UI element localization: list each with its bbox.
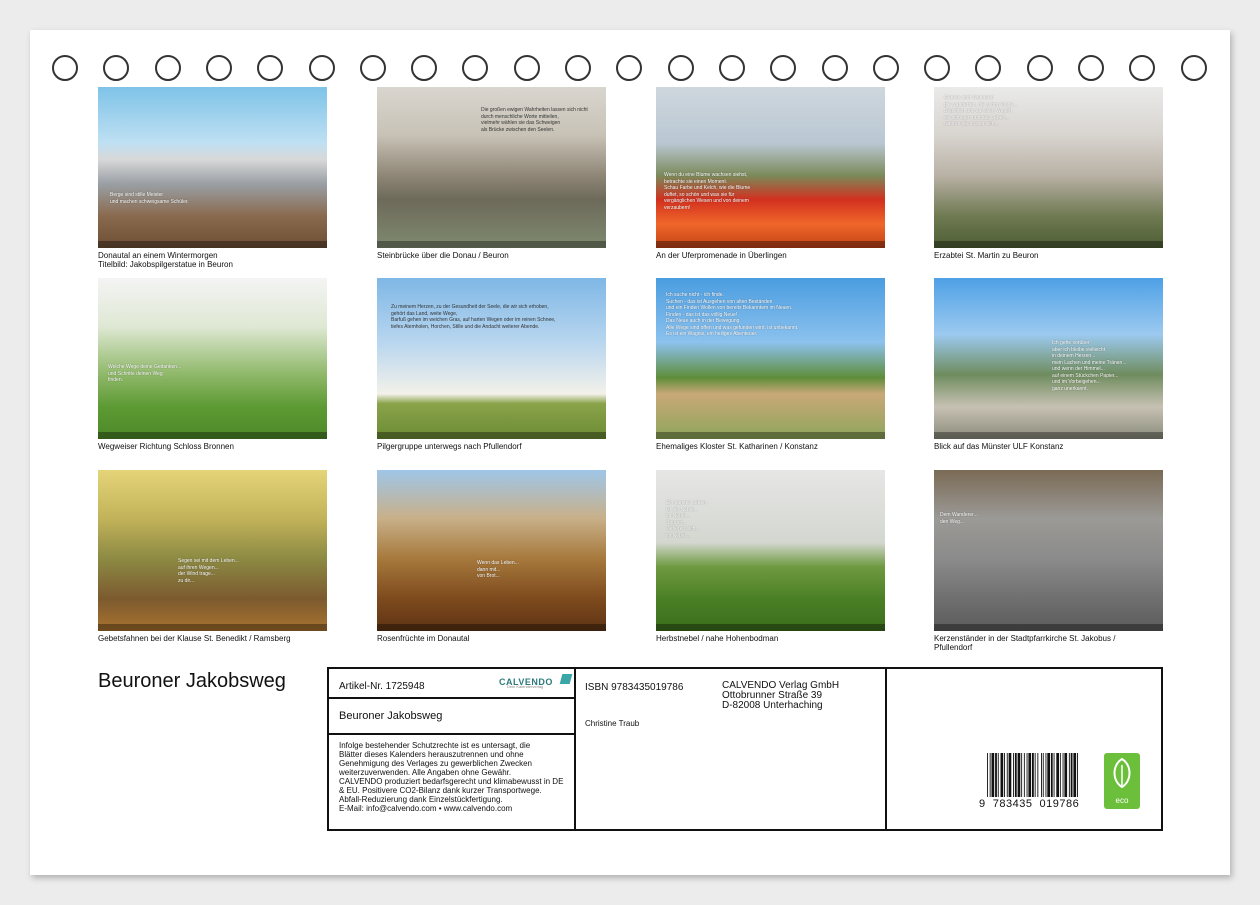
date-strip <box>934 432 1163 439</box>
photo-quote: Die großen ewigen Wahrheiten lassen sich… <box>481 107 588 133</box>
photo-caption: Rosenfrüchte im Donautal <box>377 634 470 643</box>
photo-caption: Donautal an einem Wintermorgen Titelbild… <box>98 251 233 269</box>
logo-mark-icon <box>559 674 573 684</box>
date-strip <box>377 432 606 439</box>
date-strip <box>98 432 327 439</box>
binding-ring <box>565 55 591 81</box>
photo-quote: Welche Wege deine Gedanken... und Schrit… <box>108 364 182 383</box>
binding-ring <box>154 55 181 81</box>
photo-quote: Ich suche nicht - ich finde. Suchen - da… <box>666 292 799 337</box>
photo-quote: Wenn das Leben... dann mit... von Brot..… <box>477 560 519 579</box>
date-strip <box>377 624 606 631</box>
month-photo: Ich gehe vorüber aber ich bleibe viellei… <box>934 278 1163 439</box>
photo-quote: Ein ganzes Leben ist ein Nebel... im Neb… <box>666 500 707 539</box>
month-photo: Wenn du eine Blume wachsen siehst, betra… <box>656 87 885 248</box>
month-photo: Welche Wege deine Gedanken... und Schrit… <box>98 278 327 439</box>
date-strip <box>656 432 885 439</box>
binding-ring <box>103 55 130 81</box>
binding-rings <box>52 55 1212 81</box>
month-photo: Gebete sind Wanderer die wanderten, die … <box>934 87 1163 248</box>
photo-caption: An der Uferpromenade in Überlingen <box>656 251 787 260</box>
photo-caption: Pilgergruppe unterwegs nach Pfullendorf <box>377 442 522 451</box>
eco-label: eco <box>1115 796 1129 805</box>
binding-ring <box>205 55 232 81</box>
photo-caption: Kerzenständer in der Stadtpfarrkirche St… <box>934 634 1116 652</box>
leaf-icon <box>1113 757 1131 789</box>
publisher-address: CALVENDO Verlag GmbH Ottobrunner Straße … <box>722 680 840 711</box>
photo-tile: Ich suche nicht - ich finde. Suchen - da… <box>656 278 885 451</box>
date-strip <box>98 241 327 248</box>
photo-quote: Ich gehe vorüber aber ich bleibe viellei… <box>1052 340 1127 392</box>
binding-ring <box>513 55 540 81</box>
binding-ring <box>667 55 694 81</box>
binding-ring <box>1078 55 1104 81</box>
photo-caption: Erzabtei St. Martin zu Beuron <box>934 251 1039 260</box>
eco-badge: eco <box>1104 753 1140 809</box>
legal-notice: Infolge bestehender Schutzrechte ist es … <box>339 741 564 813</box>
photo-caption: Wegweiser Richtung Schloss Bronnen <box>98 442 234 451</box>
photo-caption: Gebetsfahnen bei der Klause St. Benedikt… <box>98 634 291 643</box>
binding-ring <box>616 55 643 81</box>
logo-subtitle: Dein Kalenderverlag <box>507 684 544 689</box>
month-photo: Segen sei mit dem Leben... auf ihren Weg… <box>98 470 327 631</box>
date-strip <box>98 624 327 631</box>
binding-ring <box>770 55 797 81</box>
photo-tile: Segen sei mit dem Leben... auf ihren Weg… <box>98 470 327 643</box>
article-number: Artikel-Nr. 1725948 <box>339 681 425 692</box>
product-title: Beuroner Jakobsweg <box>339 710 443 722</box>
calendar-title: Beuroner Jakobsweg <box>98 670 286 692</box>
binding-ring <box>975 55 1002 81</box>
month-photo: Ein ganzes Leben ist ein Nebel... im Neb… <box>656 470 885 631</box>
photo-caption: Ehemaliges Kloster St. Katharinen / Kons… <box>656 442 818 451</box>
photo-tile: Ein ganzes Leben ist ein Nebel... im Neb… <box>656 470 885 643</box>
binding-ring <box>1129 55 1156 81</box>
photo-tile: Wenn du eine Blume wachsen siehst, betra… <box>656 87 885 260</box>
photo-tile: Welche Wege deine Gedanken... und Schrit… <box>98 278 327 451</box>
photo-quote: Zu meinem Herzen, zu der Gesundheit der … <box>391 304 556 330</box>
binding-ring <box>308 55 335 81</box>
date-strip <box>656 624 885 631</box>
photo-tile: Ich gehe vorüber aber ich bleibe viellei… <box>934 278 1163 451</box>
photo-quote: Berge sind stille Meister und machen sch… <box>110 192 189 205</box>
photo-tile: Dem Wanderer... den Weg... Kerzenständer … <box>934 470 1163 652</box>
date-strip <box>377 241 606 248</box>
binding-ring <box>1180 55 1207 81</box>
binding-ring <box>52 55 78 81</box>
barcode-digits: 9 783435 019786 <box>979 798 1080 810</box>
author: Christine Traub <box>585 719 640 728</box>
photo-caption: Herbstnebel / nahe Hohenbodman <box>656 634 779 643</box>
date-strip <box>934 241 1163 248</box>
date-strip <box>656 241 885 248</box>
photo-quote: Segen sei mit dem Leben... auf ihren Weg… <box>178 558 239 584</box>
binding-ring <box>1026 55 1053 81</box>
binding-ring <box>462 55 489 81</box>
month-photo: Dem Wanderer... den Weg... <box>934 470 1163 631</box>
binding-ring <box>872 55 899 81</box>
calvendo-logo: CALVENDO Dein Kalenderverlag <box>499 672 573 690</box>
photo-quote: Wenn du eine Blume wachsen siehst, betra… <box>664 172 751 211</box>
photo-tile: Zu meinem Herzen, zu der Gesundheit der … <box>377 278 606 451</box>
month-photo: Wenn das Leben... dann mit... von Brot..… <box>377 470 606 631</box>
photo-tile: Berge sind stille Meister und machen sch… <box>98 87 327 269</box>
photo-quote: Gebete sind Wanderer die wanderten, die … <box>944 95 1018 127</box>
photo-quote: Dem Wanderer... den Weg... <box>940 512 978 525</box>
binding-ring <box>411 55 438 81</box>
photo-caption: Blick auf das Münster ULF Konstanz <box>934 442 1064 451</box>
binding-ring <box>359 55 386 81</box>
product-info-box: Artikel-Nr. 1725948 CALVENDO Dein Kalend… <box>327 667 1163 831</box>
binding-ring <box>924 55 951 81</box>
month-photo: Zu meinem Herzen, zu der Gesundheit der … <box>377 278 606 439</box>
binding-ring <box>257 55 284 81</box>
date-strip <box>934 624 1163 631</box>
month-photo: Die großen ewigen Wahrheiten lassen sich… <box>377 87 606 248</box>
month-photo: Ich suche nicht - ich finde. Suchen - da… <box>656 278 885 439</box>
binding-ring <box>718 55 745 81</box>
photo-tile: Die großen ewigen Wahrheiten lassen sich… <box>377 87 606 260</box>
photo-tile: Wenn das Leben... dann mit... von Brot..… <box>377 470 606 643</box>
binding-ring <box>821 55 848 81</box>
photo-tile: Gebete sind Wanderer die wanderten, die … <box>934 87 1163 260</box>
isbn: ISBN 9783435019786 <box>585 682 684 693</box>
photo-caption: Steinbrücke über die Donau / Beuron <box>377 251 509 260</box>
month-photo: Berge sind stille Meister und machen sch… <box>98 87 327 248</box>
